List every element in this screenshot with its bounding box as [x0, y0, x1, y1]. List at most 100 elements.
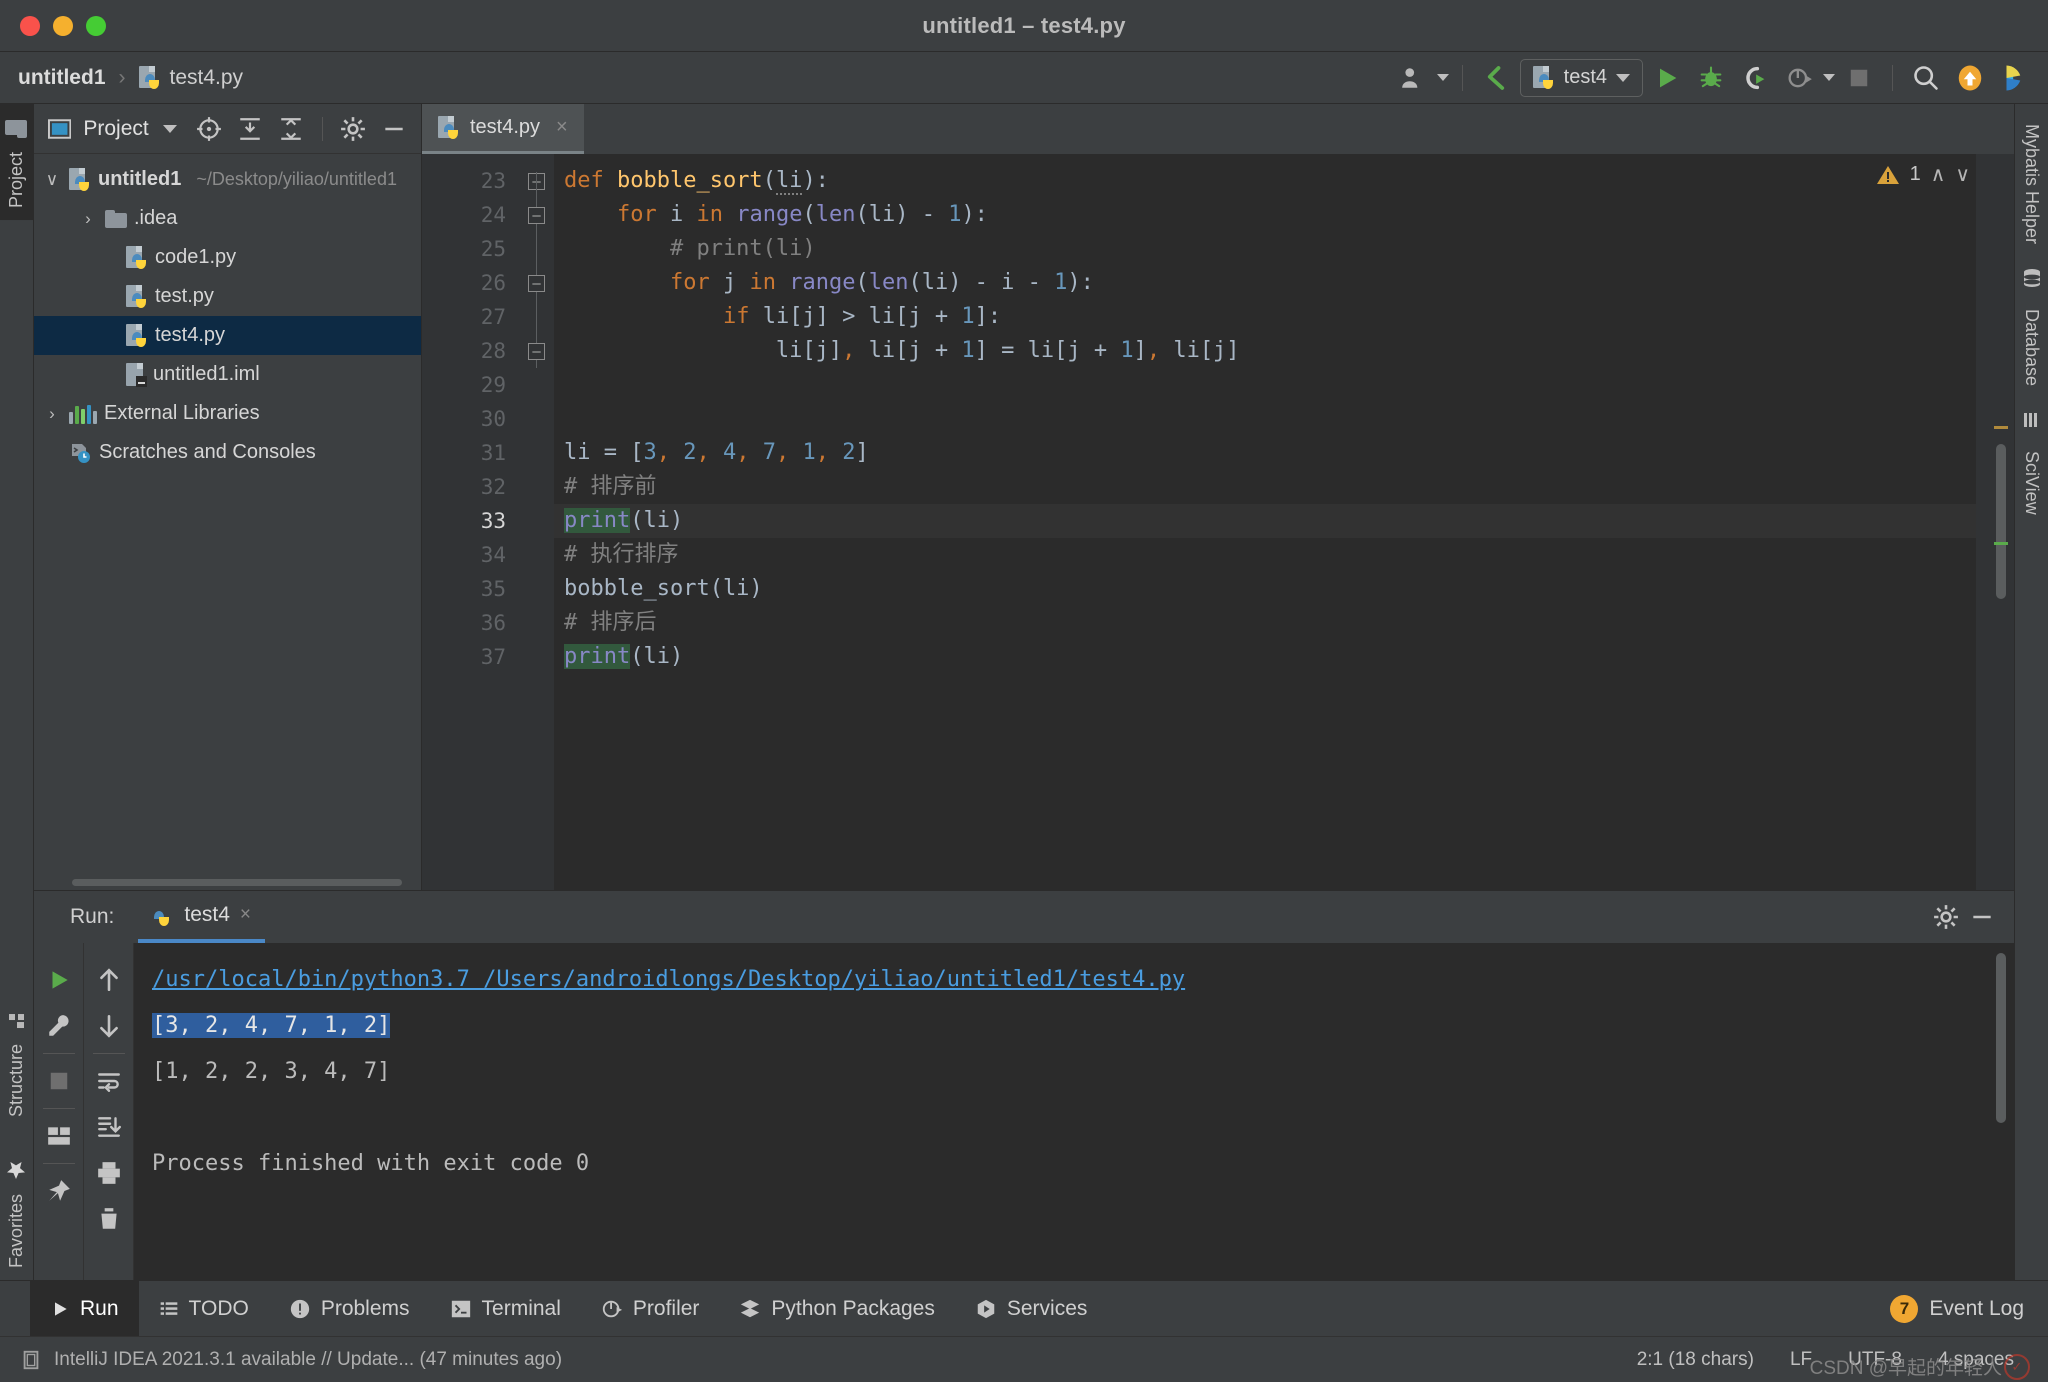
sidebar-tab-database[interactable]: Database [2021, 256, 2042, 398]
scrollbar-thumb[interactable] [72, 879, 402, 886]
search-icon[interactable] [1906, 60, 1946, 96]
tree-item-test[interactable]: test.py [34, 277, 421, 316]
tree-item-code1[interactable]: code1.py [34, 238, 421, 277]
line-separator[interactable]: LF [1778, 1349, 1824, 1371]
feedback-icon[interactable] [1994, 60, 2034, 96]
run-button[interactable] [1647, 60, 1687, 96]
stop-button[interactable] [37, 1058, 81, 1104]
run-tab-test4[interactable]: test4 × [138, 891, 265, 943]
sidebar-tab-favorites[interactable]: Favorites [0, 1129, 33, 1280]
rerun-button[interactable] [37, 957, 81, 1003]
print-button[interactable] [87, 1150, 131, 1196]
marker-change[interactable] [1994, 542, 2008, 545]
collapse-all-icon[interactable] [275, 112, 308, 146]
sidebar-tab-project[interactable]: Project [0, 104, 33, 221]
breadcrumb-file[interactable]: test4.py [170, 66, 244, 90]
memory-indicator-icon[interactable] [20, 1349, 42, 1371]
editor-marker-bar[interactable] [1976, 154, 2014, 890]
project-horizontal-scrollbar[interactable] [34, 874, 421, 890]
scroll-down-button[interactable] [87, 1003, 131, 1049]
minimize-button[interactable] [53, 15, 73, 36]
maximize-button[interactable] [86, 15, 106, 36]
python-project-icon [69, 167, 91, 192]
gear-icon[interactable] [337, 112, 370, 146]
fold-collapse-icon[interactable]: – [528, 275, 545, 292]
console-line-output-1: [3, 2, 4, 7, 1, 2] [152, 1003, 2014, 1049]
chevron-up-icon[interactable]: ∧ [1931, 162, 1946, 187]
tree-item-test4[interactable]: test4.py [34, 316, 421, 355]
indent-setting[interactable]: 4 spaces [1926, 1349, 2026, 1371]
status-message[interactable]: IntelliJ IDEA 2021.3.1 available // Upda… [54, 1349, 562, 1371]
tree-twisty-icon[interactable]: › [78, 209, 98, 229]
sidebar-tab-structure[interactable]: Structure [0, 995, 33, 1129]
tool-tab-profiler[interactable]: Profiler [581, 1281, 720, 1337]
fold-region[interactable]: – [520, 334, 554, 368]
console-line-command[interactable]: /usr/local/bin/python3.7 /Users/androidl… [152, 957, 2014, 1003]
project-tree[interactable]: ∨ untitled1 ~/Desktop/yiliao/untitled1 ›… [34, 154, 421, 874]
caret-position[interactable]: 2:1 (18 chars) [1625, 1349, 1766, 1371]
editor-fold-strip[interactable]: – – – [520, 154, 554, 890]
scroll-up-button[interactable] [87, 957, 131, 1003]
run-coverage-button[interactable] [1735, 60, 1775, 96]
line-number: 25 [480, 237, 506, 261]
editor-tab-test4[interactable]: test4.py × [422, 104, 584, 154]
fold-region[interactable]: – [520, 164, 554, 198]
pin-tab-button[interactable] [37, 1168, 81, 1214]
tree-twisty-icon[interactable]: › [42, 404, 62, 424]
sidebar-tab-sciview[interactable]: SciView [2021, 398, 2042, 527]
run-console[interactable]: /usr/local/bin/python3.7 /Users/androidl… [134, 943, 2014, 1280]
layout-button[interactable] [37, 1113, 81, 1159]
tool-tab-terminal[interactable]: Terminal [430, 1281, 581, 1337]
locate-icon[interactable] [193, 112, 226, 146]
tool-tab-python-packages[interactable]: Python Packages [719, 1281, 954, 1337]
tool-tab-run[interactable]: Run [30, 1280, 139, 1337]
editor-scrollbar-thumb[interactable] [1996, 444, 2006, 599]
update-project-icon[interactable] [1476, 60, 1516, 96]
close-button[interactable] [20, 15, 40, 36]
tree-item-scratches[interactable]: Scratches and Consoles [34, 433, 421, 472]
expand-all-icon[interactable] [234, 112, 267, 146]
console-link[interactable]: /usr/local/bin/python3.7 /Users/androidl… [152, 967, 1185, 992]
tree-item-external-libraries[interactable]: › External Libraries [34, 394, 421, 433]
editor-inspection-status[interactable]: 1 ∧ ∨ [1876, 162, 1970, 187]
tree-item-untitled1[interactable]: ∨ untitled1 ~/Desktop/yiliao/untitled1 [34, 160, 421, 199]
tool-tab-problems[interactable]: Problems [269, 1281, 430, 1337]
account-caret-icon[interactable] [1436, 74, 1449, 81]
account-icon[interactable] [1393, 60, 1433, 96]
sidebar-tab-mybatis-helper[interactable]: Mybatis Helper [2021, 104, 2042, 256]
event-log-button[interactable]: 7 Event Log [1890, 1294, 2048, 1323]
marker-warning[interactable] [1994, 426, 2008, 429]
stop-button[interactable] [1839, 60, 1879, 96]
tool-tab-services[interactable]: Services [955, 1281, 1108, 1337]
breadcrumb-project[interactable]: untitled1 [18, 66, 106, 90]
console-scrollbar-thumb[interactable] [1996, 953, 2006, 1123]
clear-all-button[interactable] [87, 1196, 131, 1242]
edit-configuration-button[interactable] [37, 1003, 81, 1049]
profile-caret-icon[interactable] [1823, 74, 1835, 81]
tree-item-idea[interactable]: › .idea [34, 199, 421, 238]
event-log-badge: 7 [1890, 1294, 1919, 1323]
fold-region[interactable]: – [520, 266, 554, 300]
run-configuration-selector[interactable]: test4 [1519, 58, 1643, 97]
hide-icon[interactable] [378, 112, 411, 146]
close-icon[interactable]: × [240, 904, 251, 926]
chevron-down-icon[interactable]: ∨ [1955, 162, 1970, 187]
debug-button[interactable] [1691, 60, 1731, 96]
settings-gear-icon[interactable] [1928, 899, 1964, 935]
profile-button[interactable] [1779, 60, 1819, 96]
file-encoding[interactable]: UTF-8 [1836, 1349, 1914, 1371]
scroll-to-end-button[interactable] [87, 1104, 131, 1150]
close-icon[interactable]: × [556, 116, 568, 139]
tool-tab-todo[interactable]: TODO [139, 1281, 269, 1337]
fold-collapse-icon[interactable]: – [528, 207, 545, 224]
project-chevron-down-icon[interactable] [162, 124, 177, 133]
hide-panel-icon[interactable] [1964, 899, 2000, 935]
updates-icon[interactable] [1950, 60, 1990, 96]
fold-end-icon[interactable]: – [528, 343, 545, 360]
tree-twisty-icon[interactable]: ∨ [42, 170, 62, 190]
tree-item-iml[interactable]: untitled1.iml [34, 355, 421, 394]
soft-wrap-button[interactable] [87, 1058, 131, 1104]
editor-viewport[interactable]: 23 24 25 26 27 28 29 30 31 32 33 34 35 3… [422, 154, 2014, 890]
fold-region[interactable]: – [520, 172, 554, 232]
editor-code[interactable]: def bobble_sort(li): for i in range(len(… [554, 154, 2014, 890]
